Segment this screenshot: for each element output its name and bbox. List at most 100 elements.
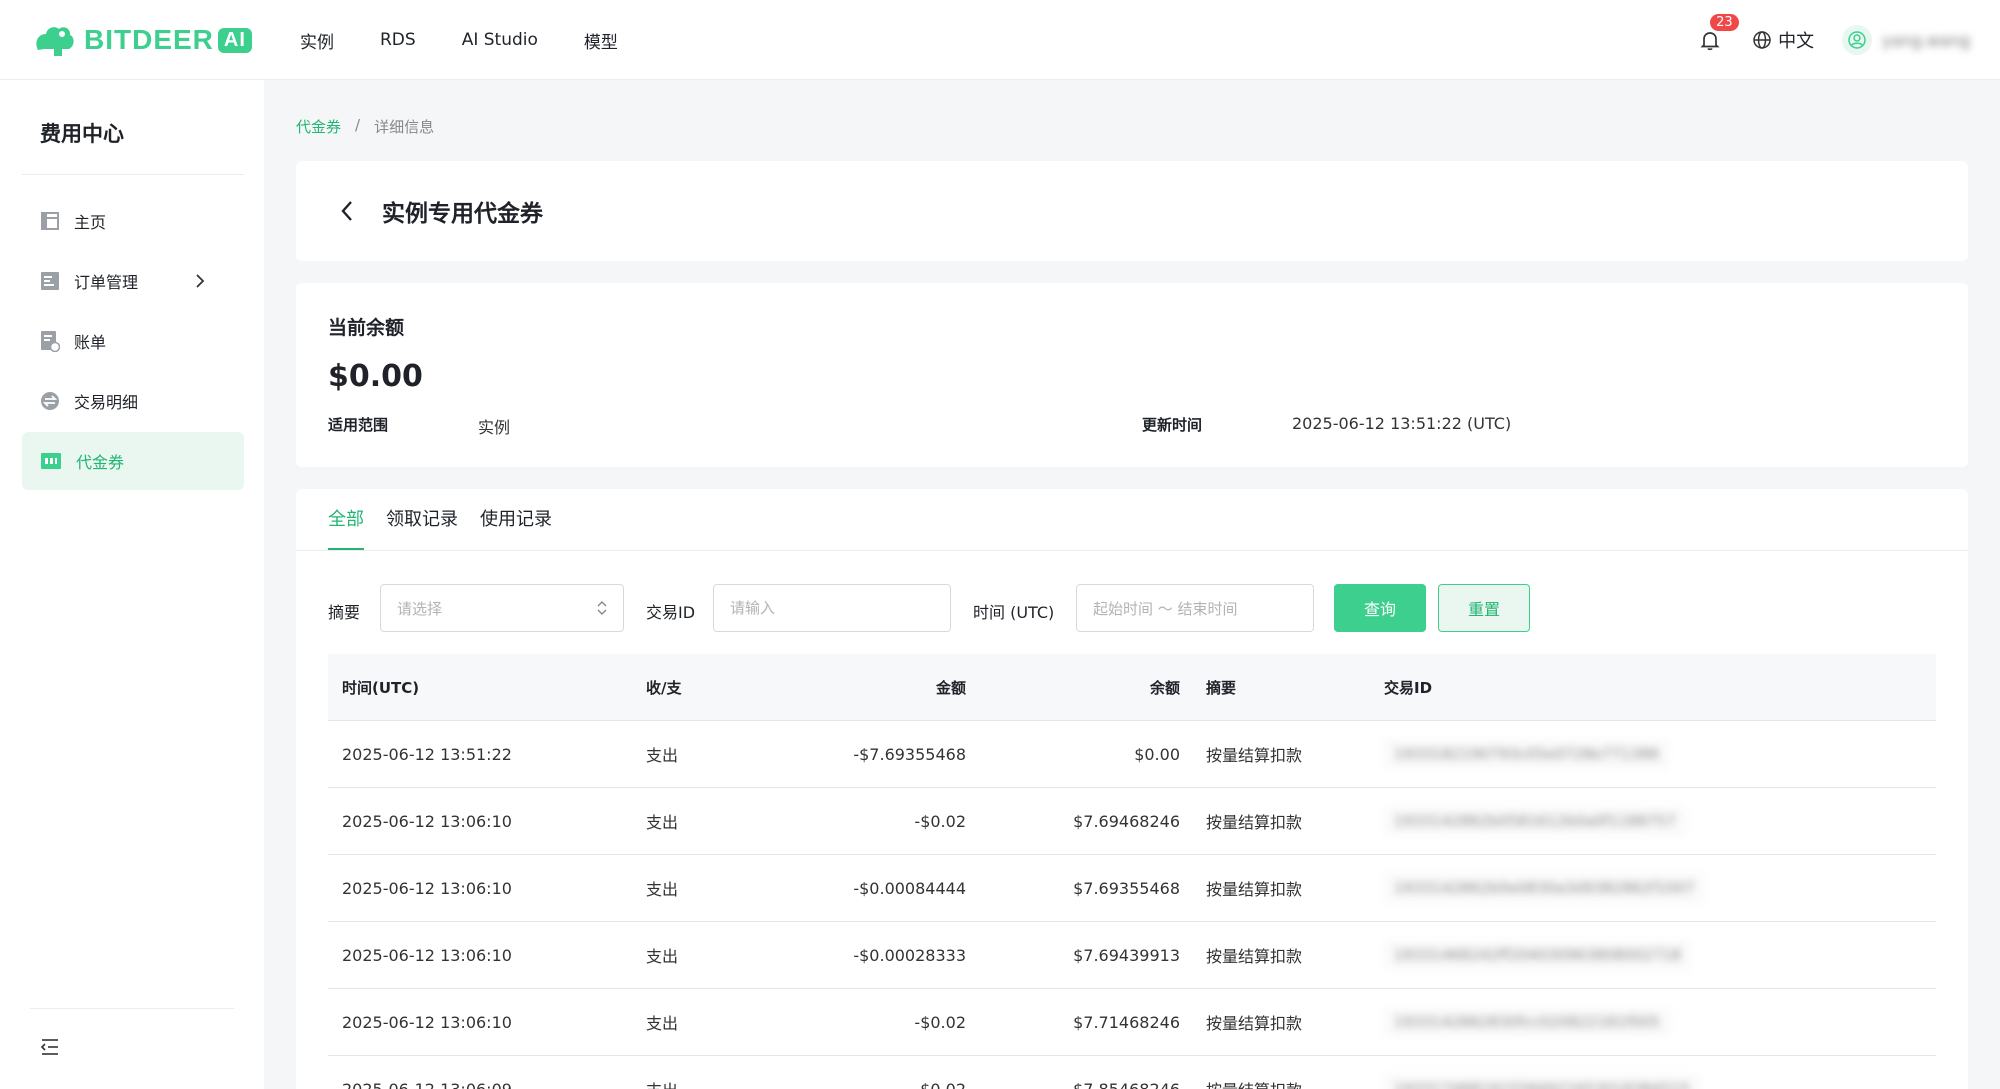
cell-time: 2025-06-12 13:06:10 — [342, 945, 512, 965]
cell-time: 2025-06-12 13:06:10 — [342, 878, 512, 898]
nav-ai-studio[interactable]: AI Studio — [462, 30, 538, 50]
cell-time: 2025-06-12 13:06:09 — [342, 1079, 512, 1089]
record-tabs: 全部 领取记录 使用记录 — [328, 489, 552, 551]
notification-count-badge: 23 — [1710, 14, 1739, 31]
time-range-picker[interactable]: 起始时间 ～ 结束时间 — [1076, 584, 1314, 632]
sidebar-item-label: 订单管理 — [74, 273, 139, 292]
chevron-right-icon — [196, 274, 205, 288]
sidebar-item-label: 代金券 — [76, 453, 125, 472]
cell-txid: 1933142862830fcc020822181f005 — [1384, 1007, 1670, 1037]
cell-summary: 按量结算扣款 — [1206, 813, 1303, 832]
query-button[interactable]: 查询 — [1334, 584, 1426, 632]
records-card: 全部 领取记录 使用记录 摘要 请选择 交易ID 时间 (UTC) 起始时间 ～… — [296, 489, 1968, 1089]
language-label: 中文 — [1778, 31, 1815, 52]
cell-summary: 按量结算扣款 — [1206, 1014, 1303, 1033]
txid-input[interactable] — [730, 599, 950, 617]
sidebar-collapse-button[interactable] — [40, 1038, 60, 1060]
avatar — [1842, 25, 1873, 55]
bitdeer-logo-icon — [36, 27, 74, 56]
tab-claim-records[interactable]: 领取记录 — [386, 489, 458, 551]
bell-icon — [1700, 32, 1720, 51]
page-header-card: 实例专用代金券 — [296, 161, 1968, 261]
cell-balance: $0.00 — [1134, 744, 1180, 764]
cell-balance: $7.69439913 — [1073, 945, 1180, 965]
sidebar-item-bills[interactable]: 账单 — [22, 312, 244, 370]
sidebar-item-label: 主页 — [74, 213, 107, 232]
cell-amount: -$0.02 — [914, 811, 966, 831]
table-row: 2025-06-12 13:06:09 支出 -$0.02 $7.8546824… — [328, 1056, 1936, 1089]
cell-type: 支出 — [646, 813, 679, 832]
time-range-placeholder: 起始时间 ～ 结束时间 — [1093, 599, 1238, 618]
cell-summary: 按量结算扣款 — [1206, 947, 1303, 966]
brand-name: BITDEER — [84, 24, 214, 55]
cell-amount: -$7.69355468 — [853, 744, 966, 764]
table-row: 2025-06-12 13:51:22 支出 -$7.69355468 $0.0… — [328, 721, 1936, 788]
brand-ai-badge: AI — [217, 27, 252, 53]
sidebar-item-label: 账单 — [74, 333, 107, 352]
sidebar-item-transactions[interactable]: 交易明细 — [22, 372, 244, 430]
username: yang.wang — [1882, 30, 1970, 50]
sidebar-bottom-divider — [30, 1008, 234, 1009]
col-txid-header: 交易ID — [1384, 678, 1433, 697]
cell-balance: $7.69355468 — [1073, 878, 1180, 898]
cell-type: 支出 — [646, 1014, 679, 1033]
table-row: 2025-06-12 13:06:10 支出 -$0.02 $7.7146824… — [328, 989, 1936, 1056]
sidebar-item-label: 交易明细 — [74, 393, 139, 412]
transaction-icon — [41, 392, 59, 410]
sidebar-divider — [22, 174, 244, 175]
breadcrumb: 代金券 / 详细信息 — [296, 116, 434, 137]
breadcrumb-current: 详细信息 — [374, 118, 435, 136]
select-arrows-icon — [597, 601, 607, 615]
tab-all[interactable]: 全部 — [328, 489, 364, 551]
language-switcher[interactable]: 中文 — [1752, 27, 1814, 53]
summary-select-placeholder: 请选择 — [397, 599, 443, 618]
col-balance-header: 余额 — [1149, 678, 1180, 697]
txid-filter-label: 交易ID — [646, 603, 696, 622]
user-menu[interactable]: yang.wang — [1842, 25, 1970, 55]
cell-time: 2025-06-12 13:51:22 — [342, 744, 512, 764]
collapse-menu-icon — [40, 1039, 58, 1055]
tab-usage-records[interactable]: 使用记录 — [480, 489, 552, 551]
table-header-row: 时间(UTC) 收/支 金额 余额 摘要 交易ID — [328, 654, 1936, 721]
cell-txid: 19331468242ff204030963808002718 — [1384, 940, 1692, 970]
sidebar-item-vouchers[interactable]: 代金券 — [22, 432, 244, 490]
chevron-left-icon — [341, 201, 352, 221]
balance-label: 当前余额 — [328, 317, 405, 339]
globe-icon — [1753, 31, 1771, 49]
nav-models[interactable]: 模型 — [584, 28, 618, 53]
dashboard-icon — [41, 212, 59, 230]
top-navbar: BITDEER AI 实例 RDS AI Studio 模型 23 中文 yan… — [0, 0, 2000, 80]
page-title: 实例专用代金券 — [382, 201, 543, 227]
cell-summary: 按量结算扣款 — [1206, 746, 1303, 765]
sidebar-item-home[interactable]: 主页 — [22, 192, 244, 250]
cell-summary: 按量结算扣款 — [1180, 1077, 1384, 1089]
back-button[interactable] — [334, 198, 360, 224]
sidebar-item-orders[interactable]: 订单管理 — [22, 252, 244, 310]
nav-rds[interactable]: RDS — [380, 30, 416, 50]
transactions-table: 时间(UTC) 收/支 金额 余额 摘要 交易ID 2025-06-12 13:… — [328, 654, 1936, 1089]
cell-amount: -$0.02 — [914, 1012, 966, 1032]
table-row: 2025-06-12 13:06:10 支出 -$0.02 $7.6946824… — [328, 788, 1936, 855]
table-row: 2025-06-12 13:06:10 支出 -$0.00084444 $7.6… — [328, 855, 1936, 922]
cell-amount: -$0.00028333 — [853, 945, 966, 965]
summary-select[interactable]: 请选择 — [380, 584, 624, 632]
updated-label: 更新时间 — [1142, 416, 1203, 434]
tabs-divider — [296, 550, 1968, 551]
cell-time: 2025-06-12 13:06:10 — [342, 1012, 512, 1032]
brand-logo[interactable]: BITDEER AI — [32, 22, 252, 58]
txid-input-wrap — [713, 584, 951, 632]
cell-txid: 1933142862b0e0830a3d9382862f1007 — [1384, 873, 1705, 903]
sidebar-title: 费用中心 — [40, 122, 124, 146]
cell-time: 2025-06-12 13:06:10 — [342, 811, 512, 831]
cell-txid: 1933142862b0581612b0a0f1188757 — [1384, 806, 1686, 836]
bill-icon — [41, 331, 60, 352]
breadcrumb-vouchers-link[interactable]: 代金券 — [296, 116, 341, 137]
notification-button[interactable]: 23 — [1698, 14, 1739, 52]
col-amount-header: 金额 — [935, 678, 966, 697]
nav-instances[interactable]: 实例 — [300, 28, 334, 53]
time-filter-label: 时间 (UTC) — [973, 603, 1055, 622]
reset-button[interactable]: 重置 — [1438, 584, 1530, 632]
cell-summary: 按量结算扣款 — [1206, 880, 1303, 899]
cell-type: 支出 — [646, 947, 679, 966]
voucher-icon — [41, 453, 61, 469]
